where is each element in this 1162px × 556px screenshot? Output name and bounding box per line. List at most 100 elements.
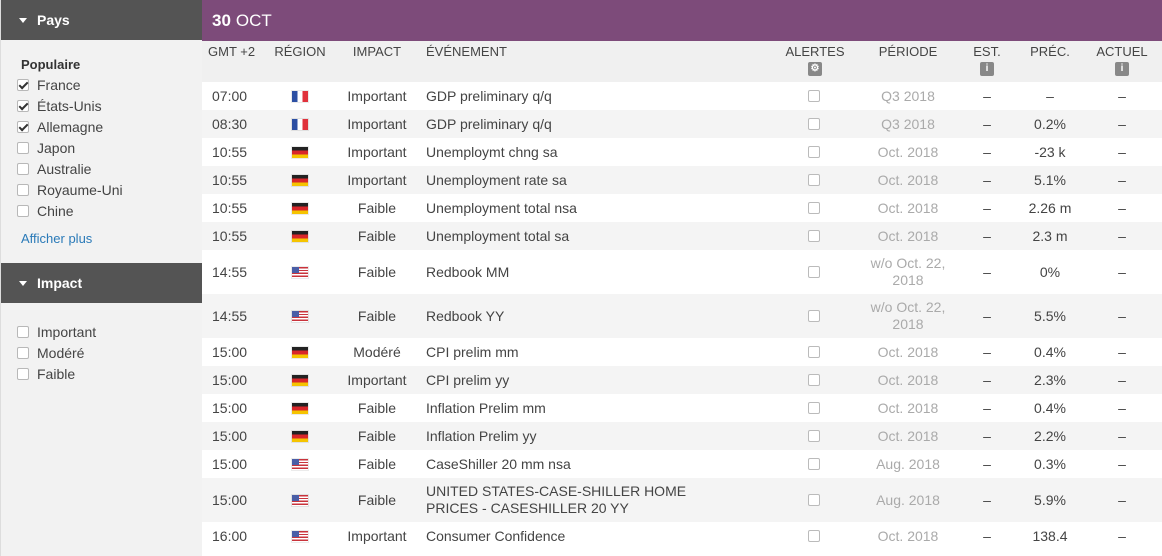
event-previous: 0.4% [1034,400,1066,416]
table-row: 14:55 Faible Redbook MM w/o Oct. 22, 2018 – 0… [202,250,1162,294]
region-flag [292,222,308,250]
impact-option-label: Faible [37,365,76,382]
country-filter-header[interactable]: Pays [1,0,202,40]
settings-gear-icon[interactable]: ⚙ [808,62,822,76]
impact-filter-header[interactable]: Impact [1,263,202,303]
show-more-link[interactable]: Afficher plus [1,230,202,248]
table-row: 10:55 Important Unemployment rate sa Oct. 2… [202,166,1162,194]
header-actual-label: ACTUEL [1096,44,1148,59]
date-day: 30 [212,10,231,30]
country-option[interactable]: Allemagne [17,116,202,137]
table-row: 10:55 Faible Unemployment total nsa Oct. 20… [202,194,1162,222]
header-region: RÉGION [274,44,326,59]
event-time: 16:00 [212,528,248,544]
table-row: 15:00 Faible UNITED STATES-CASE-SHILLER HO… [202,478,1162,522]
alert-checkbox[interactable] [808,310,820,322]
alert-checkbox[interactable] [808,530,820,542]
alert-checkbox[interactable] [808,346,820,358]
event-estimate: – [983,88,991,104]
alert-cell [808,450,822,478]
alert-checkbox[interactable] [808,458,820,470]
event-time: 10:55 [212,144,248,160]
header-est: EST. i [967,44,1007,76]
event-name: Redbook MM [426,263,510,280]
event-impact: Important [347,172,407,188]
country-checkbox[interactable] [17,162,29,175]
impact-option-label: Modéré [37,344,85,361]
event-actual: – [1118,456,1126,472]
impact-option[interactable]: Important [17,321,202,342]
alert-checkbox[interactable] [808,174,820,186]
country-option-label: États-Unis [37,97,102,114]
alert-checkbox[interactable] [808,402,820,414]
info-icon[interactable]: i [980,62,994,76]
country-checkbox[interactable] [17,99,29,112]
event-actual: – [1118,308,1126,324]
event-estimate: – [983,144,991,160]
event-actual: – [1118,228,1126,244]
alert-checkbox[interactable] [808,266,820,278]
table-row: 15:00 Faible Inflation Prelim yy Oct. 2018 –… [202,422,1162,450]
region-flag [292,82,308,110]
alert-checkbox[interactable] [808,430,820,442]
event-actual: – [1118,400,1126,416]
event-period: Aug. 2018 [876,455,940,472]
flag-us-icon [292,266,308,278]
event-estimate: – [983,400,991,416]
country-checkbox[interactable] [17,141,29,154]
region-flag [292,194,308,222]
impact-checkbox[interactable] [17,325,29,338]
country-option-label: Australie [37,160,92,177]
country-option[interactable]: France [17,74,202,95]
country-option[interactable]: Chine [17,200,202,221]
country-checkbox[interactable] [17,78,29,91]
impact-option[interactable]: Modéré [17,342,202,363]
country-option-label: France [37,76,81,93]
event-period: Oct. 2018 [877,399,939,416]
alert-checkbox[interactable] [808,202,820,214]
country-checkbox[interactable] [17,120,29,133]
flag-de-icon [292,230,308,242]
event-actual: – [1118,528,1126,544]
alert-checkbox[interactable] [808,146,820,158]
country-checkbox[interactable] [17,183,29,196]
country-checkbox[interactable] [17,204,29,217]
impact-checkbox[interactable] [17,367,29,380]
event-time: 15:00 [212,492,248,508]
alert-checkbox[interactable] [808,90,820,102]
country-option[interactable]: États-Unis [17,95,202,116]
alert-checkbox[interactable] [808,118,820,130]
country-option[interactable]: Japon [17,137,202,158]
flag-de-icon [292,374,308,386]
event-impact: Important [347,144,407,160]
event-impact: Faible [357,428,397,444]
region-flag [292,138,308,166]
alert-checkbox[interactable] [808,374,820,386]
header-est-label: EST. [973,44,1001,59]
event-previous: 5.1% [1034,172,1066,188]
alert-cell [808,194,822,222]
event-estimate: – [983,116,991,132]
country-option-label: Japon [37,139,76,156]
alert-cell [808,222,822,250]
alert-checkbox[interactable] [808,494,820,506]
table-row: 15:00 Faible Inflation Prelim mm Oct. 2018 –… [202,394,1162,422]
alert-cell [808,138,822,166]
event-estimate: – [983,344,991,360]
impact-option[interactable]: Faible [17,363,202,384]
country-list: France États-Unis Allemagne Japon Australie R… [1,74,202,221]
table-row: 15:00 Modéré CPI prelim mm Oct. 2018 – 0.4% – [202,338,1162,366]
event-impact: Faible [357,264,397,280]
event-actual: – [1118,172,1126,188]
event-name: CPI prelim mm [426,343,519,360]
event-previous: 0.3% [1034,456,1066,472]
info-icon[interactable]: i [1115,62,1129,76]
event-time: 10:55 [212,172,248,188]
event-estimate: – [983,172,991,188]
country-option[interactable]: Royaume-Uni [17,179,202,200]
impact-checkbox[interactable] [17,346,29,359]
event-previous: 0% [1039,264,1061,280]
alert-checkbox[interactable] [808,230,820,242]
country-option[interactable]: Australie [17,158,202,179]
event-impact: Important [347,372,407,388]
